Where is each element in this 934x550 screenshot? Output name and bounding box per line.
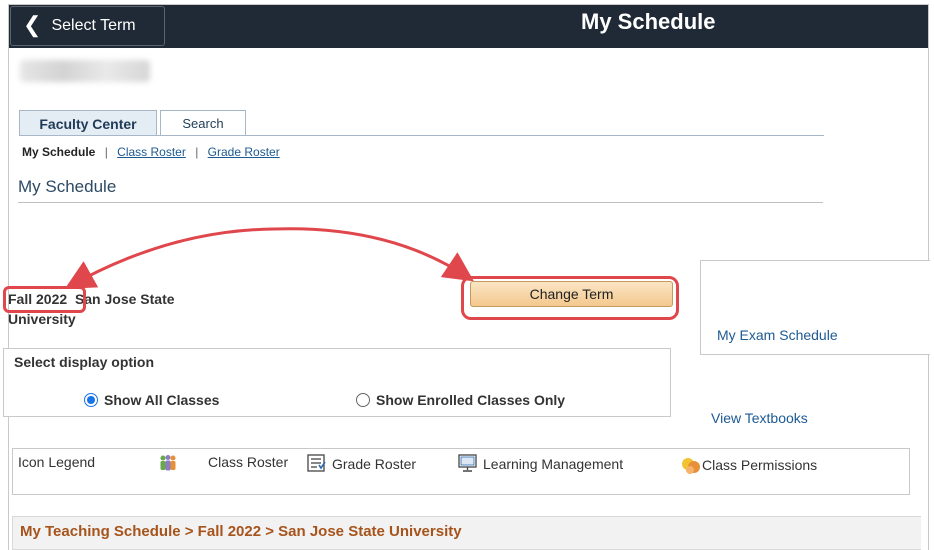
- view-textbooks-link[interactable]: View Textbooks: [711, 410, 808, 426]
- show-enrolled-classes-option[interactable]: Show Enrolled Classes Only: [356, 392, 565, 408]
- legend-learning-management-label: Learning Management: [483, 455, 624, 472]
- show-enrolled-classes-label: Show Enrolled Classes Only: [376, 392, 566, 408]
- legend-class-permissions-label: Class Permissions: [702, 457, 818, 473]
- my-exam-schedule-link[interactable]: My Exam Schedule: [717, 327, 838, 343]
- arrow-to-change-term: [273, 227, 474, 282]
- class-roster-icon: [160, 455, 176, 471]
- display-option-title: Select display option: [14, 354, 155, 370]
- icon-legend-title: Icon Legend: [18, 454, 96, 470]
- legend-class-roster: [158, 454, 183, 472]
- show-all-classes-label: Show All Classes: [104, 392, 220, 408]
- term-highlight-box: [3, 286, 86, 313]
- legend-class-roster-label: Class Roster: [208, 454, 289, 470]
- arrow-to-term: [64, 227, 275, 289]
- learning-management-icon: [458, 454, 477, 472]
- grade-roster-icon: [307, 454, 326, 472]
- show-all-classes-radio[interactable]: [84, 393, 98, 407]
- legend-grade-roster: Grade Roster: [307, 454, 416, 473]
- legend-learning-management: Learning Management: [458, 454, 623, 473]
- legend-class-permissions: Class Permissions: [680, 454, 817, 476]
- change-term-button[interactable]: Change Term: [470, 281, 673, 307]
- teaching-schedule-title: My Teaching Schedule > Fall 2022 > San J…: [20, 523, 462, 540]
- class-permissions-icon: [682, 458, 700, 474]
- show-enrolled-classes-radio[interactable]: [356, 393, 370, 407]
- show-all-classes-option[interactable]: Show All Classes: [84, 392, 219, 408]
- legend-grade-roster-label: Grade Roster: [332, 455, 417, 472]
